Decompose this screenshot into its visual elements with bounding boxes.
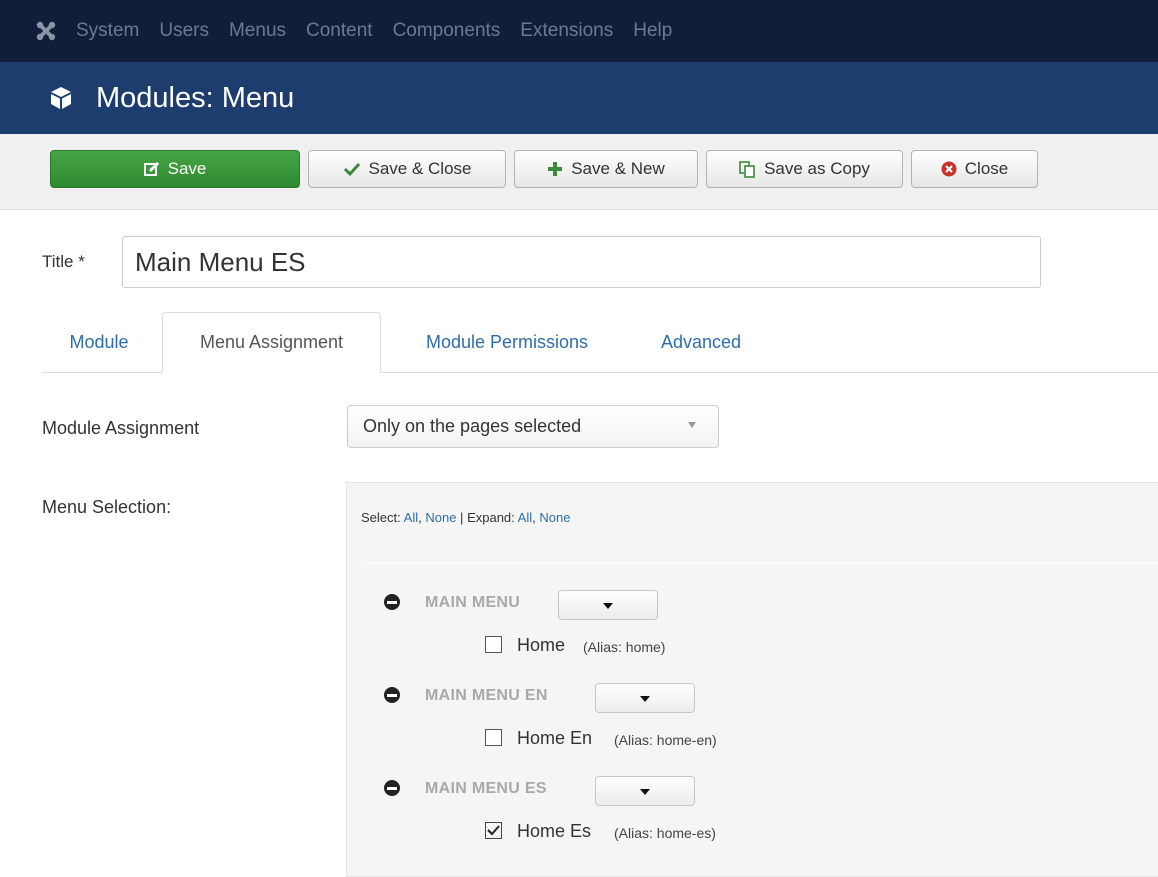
save-button[interactable]: Save [50, 150, 300, 188]
menu-tree: MAIN MENU Home (Alias: home) MAIN MENU E… [361, 563, 1158, 877]
collapse-icon[interactable] [384, 594, 400, 610]
close-circle-icon [941, 161, 957, 177]
title-input[interactable] [122, 236, 1041, 288]
menu-actions-dropdown[interactable] [595, 683, 695, 713]
tab-advanced[interactable]: Advanced [633, 312, 769, 373]
menu-item-alias: (Alias: home-en) [614, 732, 717, 748]
expand-all-link[interactable]: All [518, 510, 532, 525]
menu-item-alias: (Alias: home) [583, 639, 666, 655]
menu-selection-label: Menu Selection: [42, 497, 172, 517]
page-header: Modules: Menu [0, 62, 1158, 134]
separator: | [460, 510, 464, 525]
check-icon [343, 161, 361, 177]
menu-item-checkbox[interactable] [485, 636, 502, 653]
menu-item-checkbox-checked[interactable] [485, 822, 502, 839]
module-assignment-select[interactable]: Only on the pages selected [347, 405, 719, 448]
menu-item-checkbox[interactable] [485, 729, 502, 746]
close-label: Close [964, 159, 1009, 178]
expand-none-link[interactable]: None [539, 510, 570, 525]
copy-icon [739, 160, 756, 178]
tab-menu-assignment[interactable]: Menu Assignment [162, 312, 381, 373]
page-title: Modules: Menu [96, 81, 295, 114]
toolbar: Save Save & Close Save & New Save as Cop… [0, 134, 1158, 210]
caret-down-icon [640, 789, 650, 795]
menu-name: MAIN MENU EN [425, 687, 548, 704]
select-none-link[interactable]: None [425, 510, 456, 525]
menu-item-name: Home [517, 635, 566, 655]
menu-item-alias: (Alias: home-es) [614, 825, 716, 841]
title-label: Title * [42, 252, 85, 271]
collapse-icon[interactable] [384, 687, 400, 703]
expand-label: Expand: [467, 510, 515, 525]
tab-module-permissions[interactable]: Module Permissions [387, 312, 627, 373]
save-close-label: Save & Close [368, 159, 472, 178]
menu-name: MAIN MENU [425, 594, 521, 611]
cube-icon [48, 85, 74, 111]
save-close-button[interactable]: Save & Close [308, 150, 506, 188]
select-all-link[interactable]: All [404, 510, 418, 525]
menu-item-name: Home En [517, 728, 593, 748]
save-copy-button[interactable]: Save as Copy [706, 150, 903, 188]
chevron-down-icon [688, 422, 696, 428]
select-expand-controls: Select: All, None | Expand: All, None [361, 510, 571, 525]
caret-down-icon [603, 603, 613, 609]
save-new-label: Save & New [571, 159, 665, 178]
top-navigation: System Users Menus Content Components Ex… [0, 0, 1158, 62]
nav-users[interactable]: Users [159, 20, 209, 42]
module-assignment-value: Only on the pages selected [363, 416, 582, 436]
menu-actions-dropdown[interactable] [595, 776, 695, 806]
nav-system[interactable]: System [76, 20, 139, 42]
nav-extensions[interactable]: Extensions [520, 20, 613, 42]
menu-actions-dropdown[interactable] [558, 590, 658, 620]
nav-help[interactable]: Help [633, 20, 672, 42]
plus-icon [547, 161, 563, 177]
module-assignment-label: Module Assignment [42, 418, 200, 438]
caret-down-icon [640, 696, 650, 702]
menu-item-name: Home Es [517, 821, 592, 841]
nav-menus[interactable]: Menus [229, 20, 286, 42]
save-new-button[interactable]: Save & New [514, 150, 698, 188]
close-button[interactable]: Close [911, 150, 1038, 188]
joomla-logo-icon[interactable] [34, 19, 58, 43]
nav-content[interactable]: Content [306, 20, 373, 42]
nav-components[interactable]: Components [393, 20, 501, 42]
edit-icon [143, 161, 160, 177]
save-copy-label: Save as Copy [764, 159, 870, 178]
menu-selection-panel: Select: All, None | Expand: All, None MA… [346, 482, 1158, 877]
tab-module[interactable]: Module [42, 312, 156, 373]
menu-name: MAIN MENU ES [425, 780, 547, 797]
collapse-icon[interactable] [384, 780, 400, 796]
select-label: Select: [361, 510, 401, 525]
save-label: Save [167, 159, 207, 178]
